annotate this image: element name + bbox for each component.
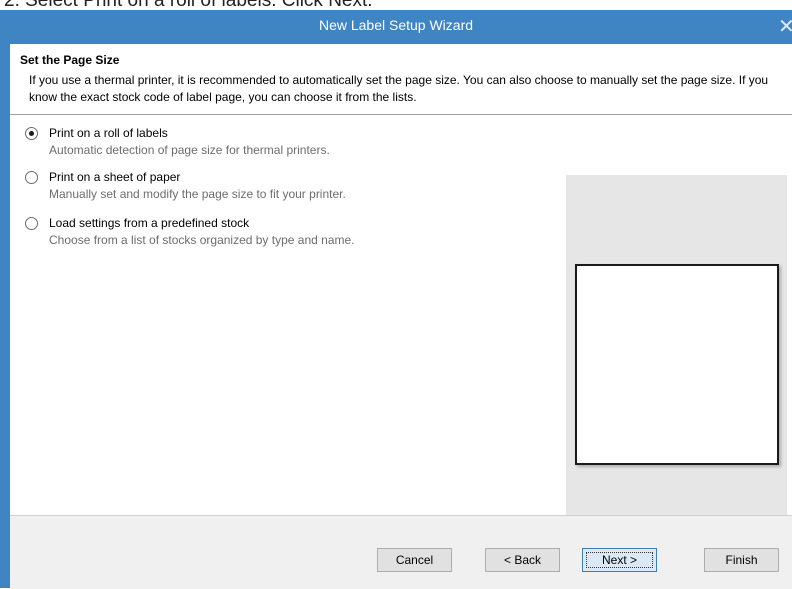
back-button[interactable]: < Back bbox=[485, 548, 560, 572]
radio-button-selected[interactable] bbox=[25, 127, 38, 140]
option-label[interactable]: Print on a sheet of paper bbox=[49, 170, 180, 184]
close-icon[interactable]: ✕ bbox=[778, 13, 792, 41]
finish-button[interactable]: Finish bbox=[704, 548, 779, 572]
title-bar[interactable]: New Label Setup Wizard ✕ bbox=[0, 10, 792, 44]
wizard-content: Print on a roll of labels Automatic dete… bbox=[10, 115, 792, 569]
option-description: Automatic detection of page size for the… bbox=[49, 143, 330, 157]
option-description: Choose from a list of stocks organized b… bbox=[49, 233, 355, 247]
wizard-window: New Label Setup Wizard ✕ Set the Page Si… bbox=[0, 10, 792, 589]
radio-button[interactable] bbox=[25, 217, 38, 230]
window-title: New Label Setup Wizard bbox=[318, 17, 474, 33]
step-title: Set the Page Size bbox=[20, 53, 120, 67]
wizard-footer: Cancel < Back Next > Finish bbox=[10, 515, 792, 589]
next-button[interactable]: Next > bbox=[582, 548, 657, 572]
next-button-label: Next > bbox=[601, 553, 637, 567]
radio-button[interactable] bbox=[25, 171, 38, 184]
option-label[interactable]: Load settings from a predefined stock bbox=[49, 216, 249, 230]
step-description: If you use a thermal printer, it is reco… bbox=[29, 73, 769, 104]
wizard-header: Set the Page Size If you use a thermal p… bbox=[10, 44, 792, 115]
label-page-preview bbox=[575, 264, 779, 465]
wizard-client-area: Set the Page Size If you use a thermal p… bbox=[10, 44, 792, 589]
page-preview-panel bbox=[566, 175, 787, 569]
option-description: Manually set and modify the page size to… bbox=[49, 187, 346, 201]
option-label[interactable]: Print on a roll of labels bbox=[49, 126, 168, 140]
cancel-button[interactable]: Cancel bbox=[377, 548, 452, 572]
